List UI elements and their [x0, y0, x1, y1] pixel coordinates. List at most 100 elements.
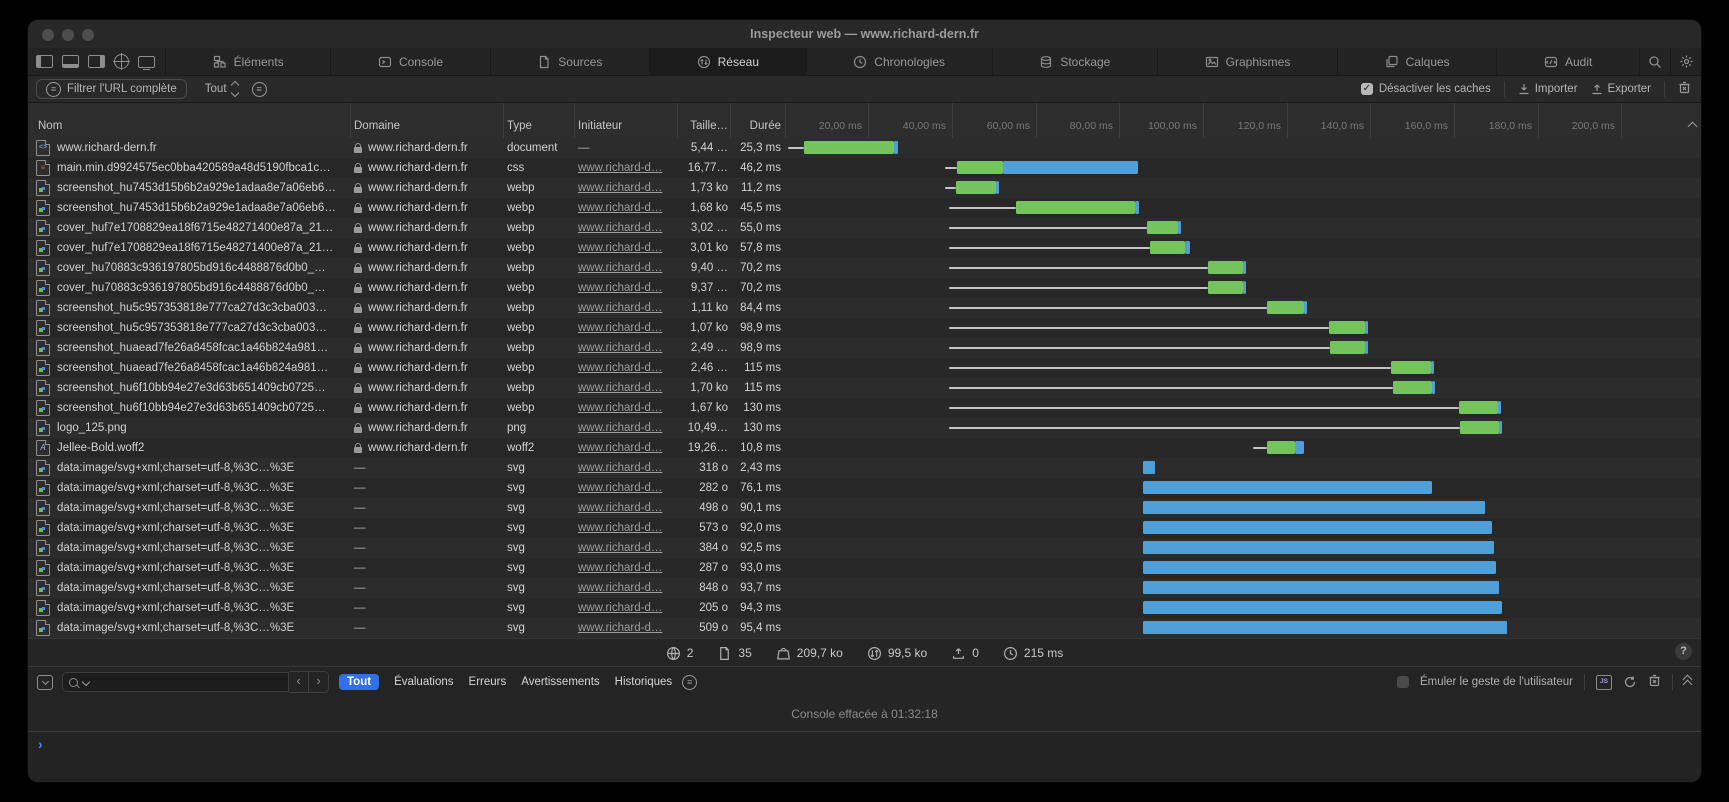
previous-result-button[interactable]: ‹: [289, 672, 309, 692]
waterfall-cell: [28, 238, 1701, 258]
dock-bottom-icon[interactable]: [62, 55, 79, 68]
console-prompt-row[interactable]: ›: [28, 732, 1701, 759]
console-scope-historiques[interactable]: Historiques: [615, 676, 673, 688]
waterfall-cell: [28, 478, 1701, 498]
waterfall-cell: [28, 538, 1701, 558]
table-row[interactable]: screenshot_hu6f10bb94e27e3d63b651409cb07…: [28, 378, 1701, 398]
table-row[interactable]: data:image/svg+xml;charset=utf-8,%3C…%3E…: [28, 538, 1701, 558]
element-picker-icon[interactable]: [114, 54, 129, 69]
filter-options-icon[interactable]: ≡: [252, 82, 267, 97]
table-row[interactable]: screenshot_huaead7fe26a8458fcac1a46b824a…: [28, 358, 1701, 378]
tab-timelines[interactable]: Chronologies: [807, 48, 993, 75]
disable-caches-checkbox[interactable]: ✓: [1361, 83, 1373, 95]
emulate-user-gesture-checkbox[interactable]: [1397, 676, 1409, 688]
table-row[interactable]: cover_huf7e1708829ea18f6715e48271400e87a…: [28, 218, 1701, 238]
clear-network-items-button[interactable]: [1678, 81, 1691, 97]
console-search-input[interactable]: [62, 672, 289, 692]
tab-elements[interactable]: Éléments: [166, 48, 331, 75]
tab-graphics[interactable]: Graphismes: [1158, 48, 1338, 75]
dock-right-icon[interactable]: [88, 55, 105, 68]
table-row[interactable]: data:image/svg+xml;charset=utf-8,%3C…%3E…: [28, 498, 1701, 518]
column-header-duree[interactable]: Durée: [730, 120, 781, 132]
help-button[interactable]: ?: [1675, 643, 1692, 660]
table-row[interactable]: screenshot_hu5c957353818e777ca27d3c3cba0…: [28, 318, 1701, 338]
expand-console-icon[interactable]: [1684, 677, 1691, 687]
table-row[interactable]: data:image/svg+xml;charset=utf-8,%3C…%3E…: [28, 558, 1701, 578]
console-message: Console effacée à 01:32:18: [28, 697, 1701, 732]
timeline-tick-line: [1119, 103, 1120, 138]
waterfall-transfer-bar: [1431, 361, 1434, 374]
import-button[interactable]: Importer: [1518, 83, 1578, 95]
waterfall-response-bar: [1016, 201, 1135, 214]
export-button[interactable]: Exporter: [1591, 83, 1651, 95]
column-header-type[interactable]: Type: [507, 120, 532, 132]
table-row[interactable]: data:image/svg+xml;charset=utf-8,%3C…%3E…: [28, 518, 1701, 538]
column-header-nom[interactable]: Nom: [38, 120, 62, 132]
waterfall-transfer-bar: [1304, 301, 1307, 314]
table-row[interactable]: data:image/svg+xml;charset=utf-8,%3C…%3E…: [28, 618, 1701, 638]
tab-audit[interactable]: Audit: [1497, 48, 1640, 75]
table-row[interactable]: cover_hu70883c936197805bd916c4488876d0b0…: [28, 278, 1701, 298]
table-row[interactable]: screenshot_hu7453d15b6b2a929e1adaa8e7a06…: [28, 198, 1701, 218]
emulate-user-gesture-label: Émuler le geste de l'utilisateur: [1420, 676, 1573, 688]
console-scope-avertissements[interactable]: Avertissements: [521, 676, 599, 688]
waterfall-transfer-bar: [1143, 561, 1496, 574]
javascript-context-icon[interactable]: JS: [1596, 675, 1612, 690]
table-row[interactable]: cover_hu70883c936197805bd916c4488876d0b0…: [28, 258, 1701, 278]
table-row[interactable]: screenshot_hu6f10bb94e27e3d63b651409cb07…: [28, 398, 1701, 418]
timeline-tick-line: [1621, 103, 1622, 138]
clear-console-button[interactable]: [1648, 674, 1661, 690]
tab-layers[interactable]: Calques: [1338, 48, 1497, 75]
scroll-up-icon[interactable]: [1688, 122, 1698, 132]
chevron-down-icon: [82, 678, 90, 686]
waterfall-wait-line: [949, 207, 1016, 209]
timeline-tick-label: 60,00 ms: [956, 120, 1030, 132]
reload-icon[interactable]: [1623, 675, 1637, 689]
table-row[interactable]: data:image/svg+xml;charset=utf-8,%3C…%3E…: [28, 578, 1701, 598]
tab-console[interactable]: Console: [331, 48, 490, 75]
waterfall-transfer-bar: [1365, 341, 1368, 354]
table-row[interactable]: ≡main.min.d9924575ec0bba420589a48d5190fb…: [28, 158, 1701, 178]
device-icon[interactable]: [138, 56, 155, 68]
column-divider: [730, 103, 731, 138]
console-scope-évaluations[interactable]: Évaluations: [394, 676, 453, 688]
resource-type-select[interactable]: Tout: [205, 82, 238, 96]
timeline-tick-line: [868, 103, 869, 138]
cache-icon: [951, 646, 966, 661]
table-header: Nom Domaine Type Initiateur Taille… Duré…: [28, 103, 1701, 139]
network-filter-bar: ≡ Filtrer l'URL complète Tout ≡ ✓ Désact…: [28, 76, 1701, 103]
console-scope-erreurs[interactable]: Erreurs: [469, 676, 507, 688]
table-row[interactable]: data:image/svg+xml;charset=utf-8,%3C…%3E…: [28, 598, 1701, 618]
console-scope-tout[interactable]: Tout: [339, 674, 379, 690]
search-button[interactable]: [1640, 48, 1671, 75]
settings-button[interactable]: [1671, 48, 1701, 75]
table-row[interactable]: screenshot_hu5c957353818e777ca27d3c3cba0…: [28, 298, 1701, 318]
table-row[interactable]: screenshot_hu7453d15b6b2a929e1adaa8e7a06…: [28, 178, 1701, 198]
tab-label: Stockage: [1060, 55, 1110, 69]
table-row[interactable]: AJellee-Bold.woff2www.richard-dern.frwof…: [28, 438, 1701, 458]
column-header-domaine[interactable]: Domaine: [354, 120, 400, 132]
table-row[interactable]: data:image/svg+xml;charset=utf-8,%3C…%3E…: [28, 478, 1701, 498]
waterfall-cell: [28, 518, 1701, 538]
waterfall-cell: [28, 458, 1701, 478]
console-filter-icon[interactable]: ≡: [682, 675, 697, 690]
column-header-initiateur[interactable]: Initiateur: [578, 120, 622, 132]
table-row[interactable]: data:image/svg+xml;charset=utf-8,%3C…%3E…: [28, 458, 1701, 478]
column-header-taille[interactable]: Taille…: [677, 120, 728, 132]
table-row[interactable]: screenshot_huaead7fe26a8458fcac1a46b824a…: [28, 338, 1701, 358]
next-result-button[interactable]: ›: [309, 672, 328, 692]
table-row[interactable]: cover_huf7e1708829ea18f6715e48271400e87a…: [28, 238, 1701, 258]
url-filter-input[interactable]: ≡ Filtrer l'URL complète: [36, 79, 187, 99]
tab-network[interactable]: Réseau: [650, 48, 807, 75]
dock-left-icon[interactable]: [36, 55, 53, 68]
waterfall-cell: [28, 618, 1701, 638]
trash-icon: [1648, 674, 1661, 687]
status-transfer: 99,5 ko: [867, 646, 927, 661]
tab-storage[interactable]: Stockage: [993, 48, 1158, 75]
console-target-icon[interactable]: [37, 675, 53, 690]
table-row[interactable]: <>www.richard-dern.frwww.richard-dern.fr…: [28, 138, 1701, 158]
console-input-area[interactable]: [28, 759, 1701, 782]
waterfall-transfer-bar: [1135, 201, 1139, 214]
tab-sources[interactable]: Sources: [491, 48, 650, 75]
table-row[interactable]: logo_125.pngwww.richard-dern.frpngwww.ri…: [28, 418, 1701, 438]
